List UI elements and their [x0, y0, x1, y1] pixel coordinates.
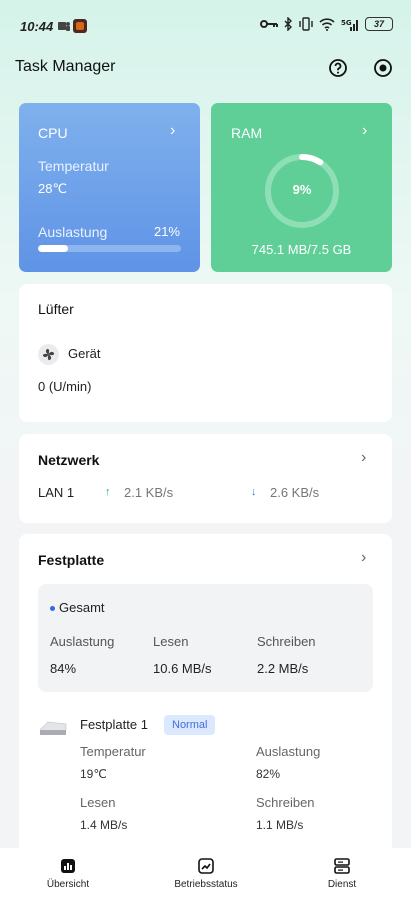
network-card[interactable]: Netzwerk › LAN 1 ↑ 2.1 KB/s ↓ 2.6 KB/s — [19, 434, 392, 523]
ram-title: RAM — [231, 125, 263, 141]
disk-title: Festplatte — [38, 552, 105, 568]
nav-tab-label: Betriebsstatus — [174, 879, 238, 890]
cpu-card[interactable]: CPU › Temperatur 28℃ Auslastung 21% — [19, 103, 200, 272]
drive-temp-label: Temperatur — [80, 744, 146, 759]
chevron-right-icon: › — [361, 449, 367, 466]
arrow-up-icon: ↑ — [105, 486, 111, 498]
drive-write-label: Schreiben — [256, 795, 315, 810]
arrow-down-icon: ↓ — [251, 486, 257, 498]
fan-icon — [38, 344, 59, 365]
battery-icon: 37 — [365, 17, 393, 31]
network-download-value: 2.6 KB/s — [270, 485, 320, 500]
network-interface: LAN 1 — [38, 485, 75, 500]
drive-temp-value: 19℃ — [80, 767, 107, 781]
key-icon — [260, 20, 278, 28]
wifi-icon — [319, 17, 335, 31]
cpu-load-bar — [38, 245, 181, 252]
status-time: 10:44 — [20, 19, 54, 34]
bullet-dot-icon — [50, 606, 55, 611]
help-circle-icon[interactable] — [328, 58, 348, 78]
disk-total-write-label: Schreiben — [257, 634, 316, 649]
disk-total-write-value: 2.2 MB/s — [257, 661, 309, 676]
signal-5g-icon: 5G — [341, 19, 358, 31]
bar-chart-icon — [61, 859, 75, 873]
record-icon[interactable] — [373, 58, 393, 78]
cpu-title: CPU — [38, 125, 68, 141]
disk-total-read-label: Lesen — [153, 634, 189, 649]
status-bar: 10:44 5G 37 — [0, 0, 411, 56]
server-icon — [334, 858, 350, 874]
drive-load-label: Auslastung — [256, 744, 321, 759]
bluetooth-icon — [284, 17, 292, 31]
trend-chart-icon — [198, 858, 214, 874]
cpu-temperature-label: Temperatur — [38, 158, 109, 174]
disk-card[interactable]: Festplatte › Gesamt Auslastung Lesen Sch… — [19, 534, 392, 854]
nav-tab-label: Übersicht — [46, 879, 90, 890]
cpu-load-label: Auslastung — [38, 224, 108, 240]
app-icon — [73, 19, 87, 33]
drive-name: Festplatte 1 — [80, 717, 148, 732]
ram-card[interactable]: RAM › 9% 745.1 MB/7.5 GB — [211, 103, 392, 272]
cpu-temperature-value: 28℃ — [38, 181, 68, 196]
cpu-load-value: 21% — [153, 224, 180, 239]
drive-write-value: 1.1 MB/s — [256, 818, 304, 832]
status-badge: Normal — [164, 715, 216, 735]
fan-device-label: Gerät — [68, 346, 101, 361]
cpu-load-bar-fill — [38, 245, 69, 252]
vibrate-icon — [299, 17, 313, 31]
disk-total-load-value: 84% — [50, 661, 77, 676]
chevron-right-icon: › — [362, 122, 368, 139]
disk-total-read-value: 10.6 MB/s — [153, 661, 212, 676]
network-upload-value: 2.1 KB/s — [124, 485, 174, 500]
teams-icon — [58, 22, 70, 31]
fan-card: Lüfter Gerät 0 (U/min) — [19, 284, 392, 422]
ram-usage-value: 745.1 MB/7.5 GB — [251, 242, 352, 257]
nav-tab-overview[interactable]: Übersicht — [33, 848, 103, 900]
bottom-nav: Übersicht Betriebsstatus Dienst — [0, 848, 411, 900]
disk-total-load-label: Auslastung — [50, 634, 115, 649]
drive-load-value: 82% — [256, 767, 281, 781]
hard-drive-icon — [39, 721, 67, 735]
status-icons: 5G 37 — [260, 17, 393, 31]
disk-total-title: Gesamt — [59, 600, 105, 615]
fan-title: Lüfter — [38, 301, 74, 317]
svg-text:5G: 5G — [341, 19, 352, 27]
nav-tab-status[interactable]: Betriebsstatus — [161, 848, 251, 900]
drive-read-label: Lesen — [80, 795, 116, 810]
nav-tab-label: Dienst — [327, 879, 357, 890]
drive-read-value: 1.4 MB/s — [80, 818, 128, 832]
nav-tab-service[interactable]: Dienst — [312, 848, 372, 900]
ram-percent: 9% — [292, 182, 312, 197]
page-title: Task Manager — [15, 58, 116, 75]
disk-total-box: Gesamt Auslastung Lesen Schreiben 84% 10… — [38, 584, 373, 692]
network-title: Netzwerk — [38, 452, 100, 468]
chevron-right-icon: › — [361, 549, 367, 566]
chevron-right-icon: › — [170, 122, 176, 139]
fan-speed-value: 0 (U/min) — [38, 379, 92, 394]
